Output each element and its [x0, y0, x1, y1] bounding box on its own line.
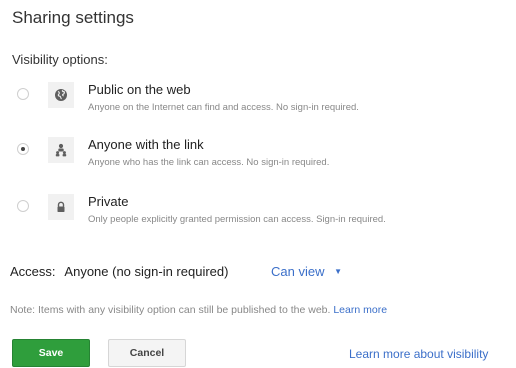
lock-icon — [48, 194, 74, 220]
visibility-option-public[interactable]: Public on the web Anyone on the Internet… — [12, 82, 502, 122]
option-description: Anyone who has the link can access. No s… — [88, 157, 330, 168]
dialog-title: Sharing settings — [12, 8, 134, 27]
cancel-button[interactable]: Cancel — [108, 339, 186, 367]
access-label: Access: — [10, 264, 56, 279]
visibility-options-label: Visibility options: — [12, 52, 108, 67]
access-value: Anyone (no sign-in required) — [64, 264, 229, 279]
people-icon — [48, 137, 74, 163]
option-title: Private — [88, 194, 129, 209]
access-summary: Access: Anyone (no sign-in required) — [10, 264, 228, 279]
permission-label[interactable]: Can view — [271, 264, 324, 279]
visibility-option-anyone-with-link[interactable]: Anyone with the link Anyone who has the … — [12, 137, 502, 177]
option-title: Anyone with the link — [88, 137, 204, 152]
save-button[interactable]: Save — [12, 339, 90, 367]
visibility-option-private[interactable]: Private Only people explicitly granted p… — [12, 194, 502, 234]
learn-more-about-visibility-link[interactable]: Learn more about visibility — [349, 347, 488, 361]
permission-dropdown[interactable]: Can view ▼ — [271, 264, 342, 279]
radio-private[interactable] — [17, 200, 29, 212]
radio-anyone-with-link[interactable] — [17, 143, 29, 155]
option-title: Public on the web — [88, 82, 191, 97]
radio-public[interactable] — [17, 88, 29, 100]
note-text: Note: Items with any visibility option c… — [10, 304, 331, 316]
caret-down-icon[interactable]: ▼ — [334, 267, 342, 276]
learn-more-link[interactable]: Learn more — [333, 304, 387, 316]
option-description: Only people explicitly granted permissio… — [88, 214, 386, 225]
option-description: Anyone on the Internet can find and acce… — [88, 102, 359, 113]
visibility-note: Note: Items with any visibility option c… — [10, 304, 387, 316]
globe-icon — [48, 82, 74, 108]
